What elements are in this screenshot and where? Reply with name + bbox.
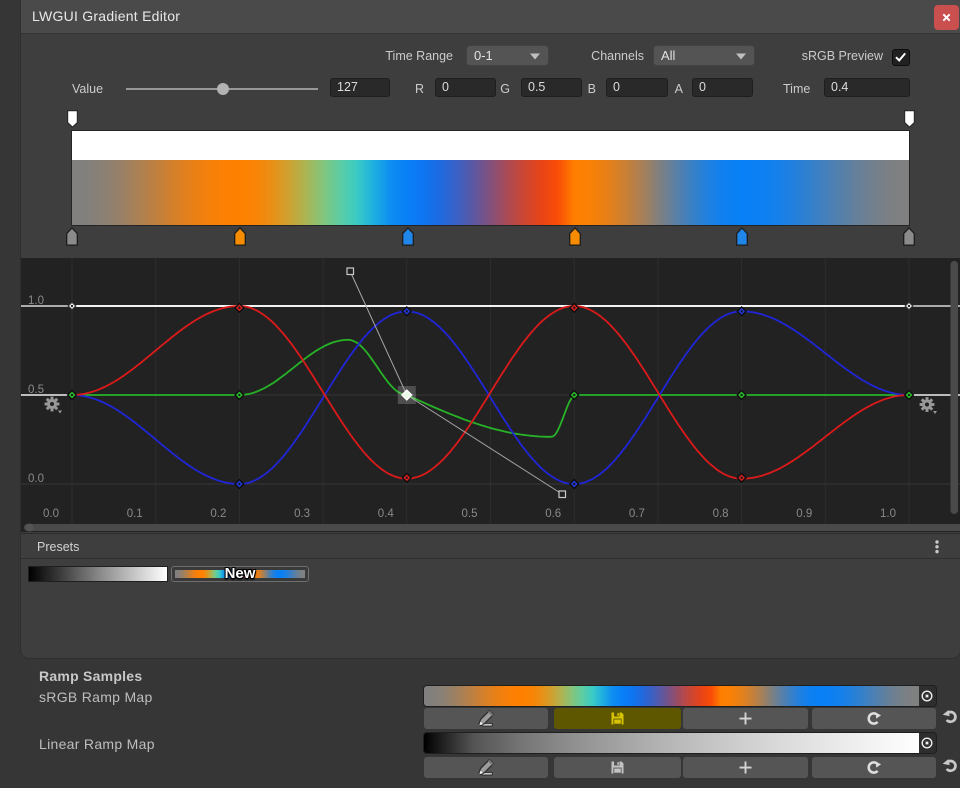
- svg-text:1.0: 1.0: [28, 295, 44, 307]
- svg-text:0.1: 0.1: [127, 508, 143, 520]
- svg-text:0.7: 0.7: [629, 508, 645, 520]
- svg-text:1.0: 1.0: [880, 508, 896, 520]
- svg-text:0.5: 0.5: [462, 508, 478, 520]
- svg-text:0.4: 0.4: [378, 508, 395, 520]
- svg-text:0.3: 0.3: [294, 508, 310, 520]
- svg-text:0.0: 0.0: [43, 508, 59, 520]
- svg-text:0.0: 0.0: [28, 473, 44, 485]
- svg-text:0.2: 0.2: [210, 508, 226, 520]
- svg-text:0.8: 0.8: [713, 508, 729, 520]
- svg-text:0.5: 0.5: [28, 384, 44, 396]
- svg-text:0.6: 0.6: [545, 508, 561, 520]
- svg-text:0.9: 0.9: [796, 508, 812, 520]
